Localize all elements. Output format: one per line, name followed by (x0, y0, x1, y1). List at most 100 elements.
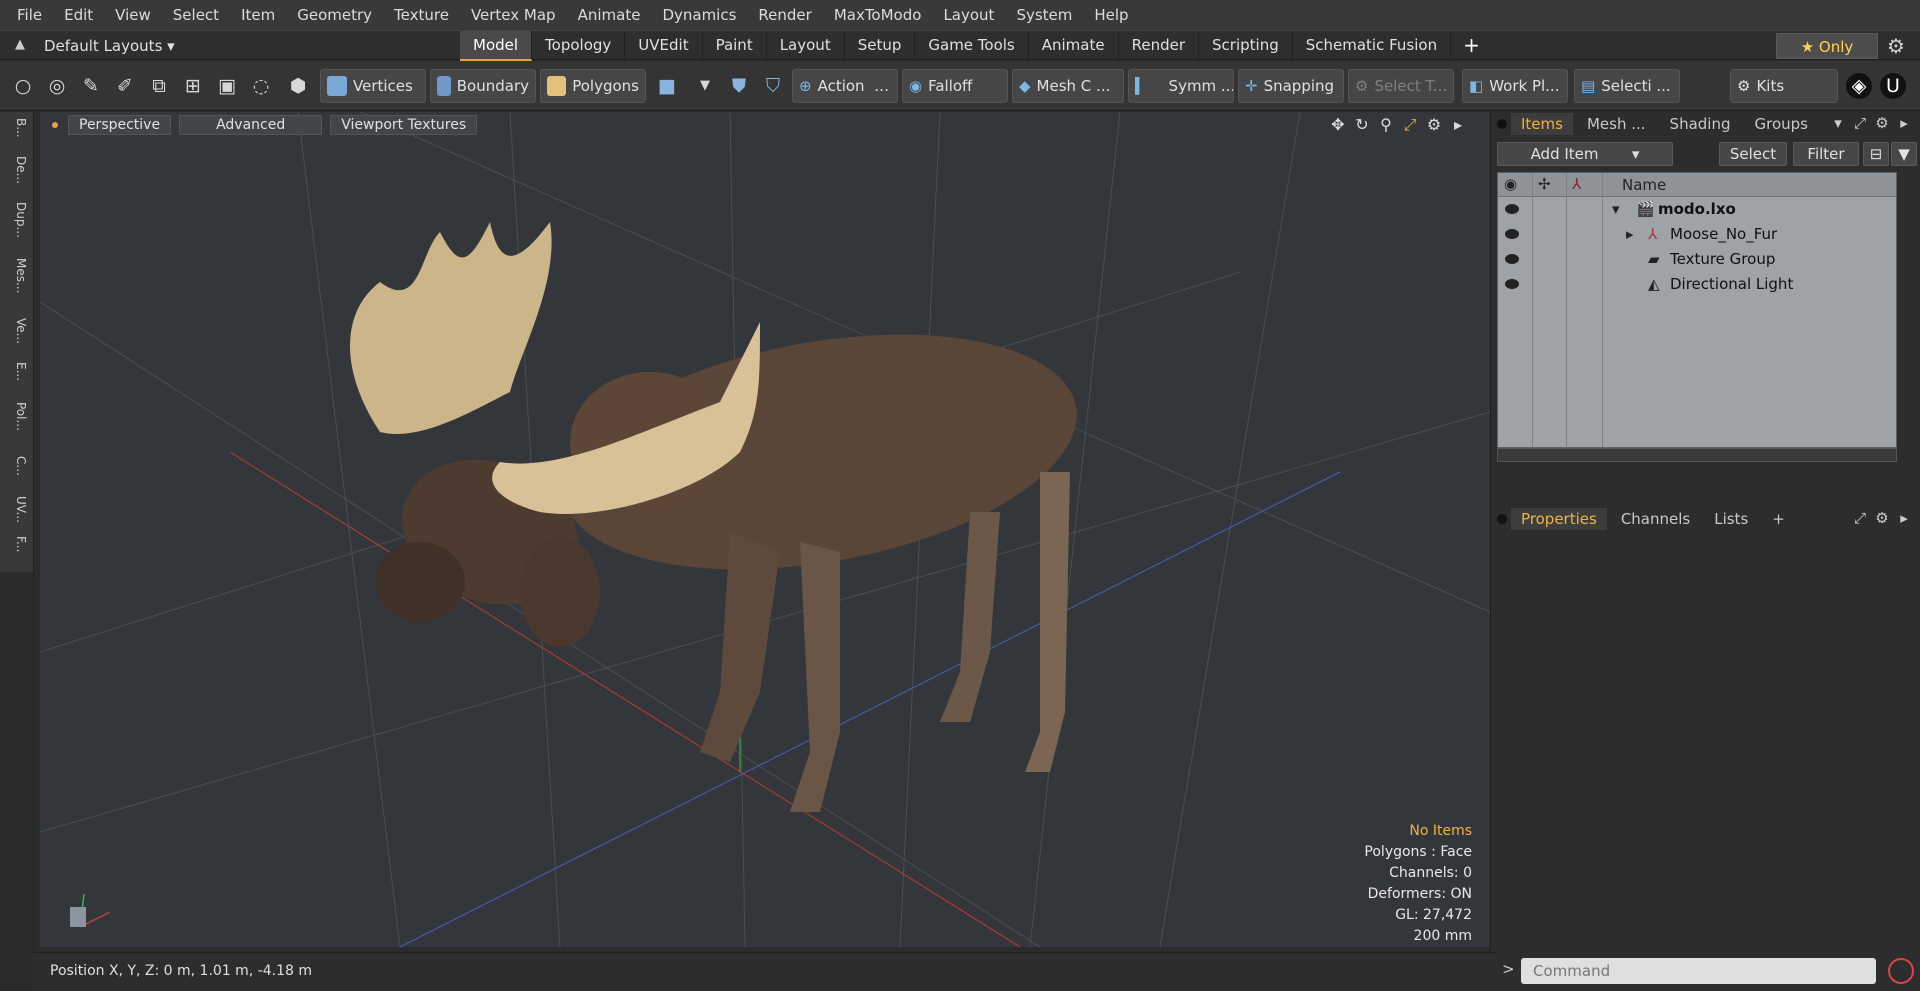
kits-button[interactable]: ⚙ Kits (1730, 69, 1838, 103)
tab-animate[interactable]: Animate (1029, 31, 1119, 61)
item-row-scene[interactable]: ▾ 🎬 modo.lxo (1498, 197, 1896, 222)
tab-game-tools[interactable]: Game Tools (915, 31, 1029, 61)
panel-dot-icon[interactable] (1497, 514, 1507, 524)
arrow-right-icon[interactable]: ▸ (1893, 509, 1915, 527)
record-icon[interactable] (1888, 958, 1914, 984)
tab-shading[interactable]: Shading (1660, 113, 1741, 135)
move-view-icon[interactable]: ✥ (1326, 115, 1350, 135)
advanced-button[interactable]: Advanced (179, 115, 323, 135)
add-tab-plus-icon[interactable]: + (1451, 31, 1492, 61)
collapse-up-icon[interactable]: ▲ (12, 37, 28, 53)
filter-button[interactable]: Filter (1793, 142, 1859, 166)
expand-icon[interactable]: ⤢ (1849, 509, 1871, 527)
left-tab-uv[interactable]: UV... (6, 496, 28, 523)
left-tab-fusion[interactable]: F... (6, 536, 28, 552)
tab-uvedit[interactable]: UVEdit (625, 31, 703, 61)
menu-select[interactable]: Select (162, 0, 230, 30)
menu-item[interactable]: Item (230, 0, 286, 30)
left-tab-basic[interactable]: B... (6, 118, 28, 138)
globe-icon[interactable]: ◎ (44, 73, 70, 99)
3d-viewport[interactable]: Perspective Advanced Viewport Textures ✥… (40, 112, 1490, 947)
rotate-view-icon[interactable]: ↻ (1350, 115, 1374, 135)
left-tab-edge[interactable]: E... (6, 362, 28, 381)
tab-groups[interactable]: Groups (1744, 113, 1817, 135)
frame-icon[interactable]: ▣ (214, 73, 240, 99)
tab-topology[interactable]: Topology (532, 31, 626, 61)
menu-animate[interactable]: Animate (567, 0, 652, 30)
shield-alt-icon[interactable]: ⛉ (760, 73, 786, 99)
item-row-light[interactable]: ◭ Directional Light (1498, 272, 1896, 297)
tab-render[interactable]: Render (1119, 31, 1200, 61)
viewport-textures-button[interactable]: Viewport Textures (330, 115, 478, 135)
expand-icon[interactable]: ⤢ (1849, 114, 1871, 132)
only-button[interactable]: ★ Only (1776, 33, 1878, 59)
left-tab-deform[interactable]: De... (6, 156, 28, 184)
menu-vertex-map[interactable]: Vertex Map (460, 0, 567, 30)
tab-paint[interactable]: Paint (703, 31, 767, 61)
properties-gear-icon[interactable]: ⚙ (1871, 509, 1893, 527)
visibility-eye-icon[interactable] (1505, 279, 1519, 289)
moose-model[interactable] (350, 222, 1095, 812)
cube-icon[interactable]: ■ (654, 73, 680, 99)
grid-select-icon[interactable]: ⊞ (180, 73, 206, 99)
brush-icon[interactable]: ✐ (112, 73, 138, 99)
visibility-eye-icon[interactable] (1505, 254, 1519, 264)
item-row-mesh[interactable]: ▸ ⅄ Moose_No_Fur (1498, 222, 1896, 247)
tab-items[interactable]: Items (1511, 113, 1573, 135)
unreal-icon[interactable]: U (1880, 73, 1906, 99)
menu-maxtomodo[interactable]: MaxToModo (823, 0, 933, 30)
items-gear-icon[interactable]: ⚙ (1871, 114, 1893, 132)
workplane-button[interactable]: ◧ Work Pl... (1462, 69, 1568, 103)
snapping-button[interactable]: ✛ Snapping (1238, 69, 1344, 103)
shield-icon[interactable]: ⛊ (726, 73, 752, 99)
item-mode-icon[interactable]: ⬢ (285, 73, 311, 99)
tab-mesh[interactable]: Mesh ... (1577, 113, 1656, 135)
circle-select-icon[interactable]: ○ (10, 73, 36, 99)
unity-icon[interactable]: ◈ (1846, 73, 1872, 99)
tab-layout[interactable]: Layout (767, 31, 845, 61)
menu-help[interactable]: Help (1083, 0, 1139, 30)
expand-arrow-icon[interactable]: ▾ (1612, 197, 1620, 222)
mesh-constraint-button[interactable]: ◆ Mesh C ... (1012, 69, 1124, 103)
menu-layout[interactable]: Layout (932, 0, 1005, 30)
falloff-button[interactable]: ◉ Falloff (902, 69, 1008, 103)
tab-lists[interactable]: Lists (1704, 508, 1758, 530)
command-input[interactable]: Command (1521, 958, 1876, 984)
tab-channels[interactable]: Channels (1611, 508, 1700, 530)
boundary-button[interactable]: Boundary (430, 69, 536, 103)
viewport-settings-gear-icon[interactable]: ⚙ (1422, 115, 1446, 135)
zoom-view-icon[interactable]: ⚲ (1374, 115, 1398, 135)
tab-model[interactable]: Model (460, 31, 533, 61)
left-tab-curve[interactable]: C... (6, 456, 28, 476)
selection-sets-button[interactable]: ▤ Selecti ... (1574, 69, 1680, 103)
viewport-menu-dot-icon[interactable] (52, 122, 58, 128)
add-tab-plus-icon[interactable]: + (1762, 508, 1795, 530)
pen-icon[interactable]: ✎ (78, 73, 104, 99)
visibility-eye-icon[interactable] (1505, 204, 1519, 214)
menu-edit[interactable]: Edit (53, 0, 104, 30)
lasso-icon[interactable]: ◌ (248, 73, 274, 99)
visibility-eye-icon[interactable] (1505, 229, 1519, 239)
perspective-button[interactable]: Perspective (68, 115, 172, 135)
select-through-button[interactable]: ⚙ Select T... (1348, 69, 1454, 103)
tab-schematic-fusion[interactable]: Schematic Fusion (1293, 31, 1452, 61)
menu-texture[interactable]: Texture (383, 0, 460, 30)
default-layouts-dropdown[interactable]: Default Layouts ▾ (44, 31, 175, 61)
gear-icon[interactable]: ⚙ (1884, 34, 1908, 58)
item-row-texture-group[interactable]: ▰ Texture Group (1498, 247, 1896, 272)
add-item-button[interactable]: Add Item ▾ (1497, 142, 1673, 166)
vertices-button[interactable]: Vertices (320, 69, 426, 103)
left-tab-polygon[interactable]: Pol... (6, 402, 28, 431)
menu-view[interactable]: View (104, 0, 162, 30)
chevron-down-icon[interactable]: ▼ (692, 73, 718, 99)
menu-render[interactable]: Render (747, 0, 822, 30)
collapse-icon[interactable]: ⊟ (1863, 142, 1889, 166)
horizontal-scrollbar[interactable] (1497, 448, 1897, 462)
play-arrow-icon[interactable]: ▸ (1446, 115, 1470, 135)
expand-arrow-icon[interactable]: ▸ (1626, 222, 1634, 247)
menu-file[interactable]: File (6, 0, 53, 30)
tab-setup[interactable]: Setup (845, 31, 916, 61)
symmetry-button[interactable]: ▍ Symm ... (1128, 69, 1234, 103)
menu-geometry[interactable]: Geometry (286, 0, 383, 30)
menu-system[interactable]: System (1005, 0, 1083, 30)
